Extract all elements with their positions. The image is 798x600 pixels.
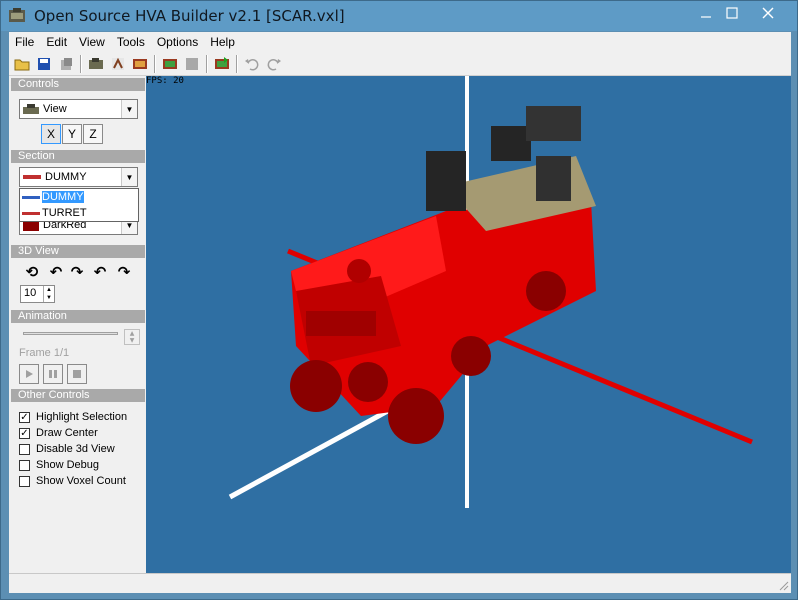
pause-icon xyxy=(49,370,57,378)
stop-icon xyxy=(73,370,81,378)
toolbar xyxy=(9,52,791,76)
rotate-both-icon[interactable]: ⟲ xyxy=(23,263,41,281)
export-icon xyxy=(215,56,229,69)
side-panel: Controls View ▼ X Y Z Section DUMMY ▼ Da… xyxy=(9,76,146,573)
axis-x-button[interactable]: X xyxy=(41,124,61,144)
window-title: Open Source HVA Builder v2.1 [SCAR.vxl] xyxy=(34,7,345,25)
view3d-header: 3D View xyxy=(11,245,145,258)
tank-icon xyxy=(23,104,39,114)
checkbox-checked-icon: ✓ xyxy=(19,427,30,439)
disabled-icon xyxy=(186,57,198,70)
status-bar xyxy=(9,573,791,593)
section-combo[interactable]: DUMMY ▼ xyxy=(19,167,138,187)
checkbox-unchecked-icon xyxy=(19,475,30,487)
section-header: Section xyxy=(11,150,145,163)
voxel-button[interactable] xyxy=(85,54,107,74)
rotate-right-icon[interactable]: ↷ xyxy=(68,263,86,281)
dropdown-option-turret[interactable]: TURRET xyxy=(20,205,138,221)
redo-icon xyxy=(267,58,281,70)
pause-button[interactable] xyxy=(43,364,63,384)
spinner-value: 10 xyxy=(24,287,37,299)
toolbar-separator xyxy=(206,54,208,73)
playback-controls xyxy=(19,364,94,384)
show-voxel-count-checkbox[interactable]: Show Voxel Count xyxy=(19,473,126,489)
checkbox-unchecked-icon xyxy=(19,459,30,471)
export-button[interactable] xyxy=(211,54,233,74)
section-color-icon xyxy=(23,175,41,179)
rotate-down-icon[interactable]: ↷ xyxy=(115,263,133,281)
redo-button[interactable] xyxy=(263,54,285,74)
disabled-button[interactable] xyxy=(181,54,203,74)
save-icon xyxy=(38,57,50,70)
title-bar[interactable]: Open Source HVA Builder v2.1 [SCAR.vxl] xyxy=(1,1,797,31)
hva-button[interactable] xyxy=(107,54,129,74)
menu-tools[interactable]: Tools xyxy=(111,35,151,49)
open-button[interactable] xyxy=(11,54,33,74)
view-combo[interactable]: View ▼ xyxy=(19,99,138,119)
frame-slider[interactable] xyxy=(23,332,118,335)
toolbar-separator xyxy=(236,54,238,73)
section-dropdown-list: DUMMY TURRET xyxy=(19,188,139,222)
menu-view[interactable]: View xyxy=(73,35,111,49)
undo-button[interactable] xyxy=(241,54,263,74)
chevron-down-icon[interactable]: ▼ xyxy=(121,100,137,118)
menu-edit[interactable]: Edit xyxy=(40,35,73,49)
axis-y-button[interactable]: Y xyxy=(62,124,82,144)
camera-button[interactable] xyxy=(129,54,151,74)
chevron-down-icon[interactable]: ▼ xyxy=(121,168,137,186)
highlight-selection-checkbox[interactable]: ✓ Highlight Selection xyxy=(19,409,127,425)
draw-center-checkbox[interactable]: ✓ Draw Center xyxy=(19,425,98,441)
app-icon xyxy=(9,8,25,22)
maximize-button[interactable] xyxy=(715,1,749,25)
section-combo-value: DUMMY xyxy=(45,171,87,183)
frame-label: Frame 1/1 xyxy=(19,347,70,359)
save-as-button[interactable] xyxy=(55,54,77,74)
play-button[interactable] xyxy=(19,364,39,384)
show-debug-checkbox[interactable]: Show Debug xyxy=(19,457,99,473)
maximize-icon xyxy=(726,7,738,19)
animation-header: Animation xyxy=(11,310,145,323)
menu-file[interactable]: File xyxy=(9,35,40,49)
voxel-icon xyxy=(89,57,103,69)
dummy-section-icon xyxy=(22,196,40,199)
close-icon xyxy=(762,7,774,19)
checkbox-checked-icon: ✓ xyxy=(19,411,30,423)
save-as-icon xyxy=(61,57,72,70)
spinner-arrows[interactable]: ▲ ▼ xyxy=(43,286,54,302)
menu-help[interactable]: Help xyxy=(204,35,241,49)
menu-options[interactable]: Options xyxy=(151,35,204,49)
axis-z-button[interactable]: Z xyxy=(83,124,103,144)
rotation-step-spinner[interactable]: 10 ▲ ▼ xyxy=(20,285,55,303)
frame-spinner[interactable]: ▲ ▼ xyxy=(124,329,140,345)
checkbox-unchecked-icon xyxy=(19,443,30,455)
toolbar-separator xyxy=(154,54,156,73)
rotate-up-icon[interactable]: ↶ xyxy=(91,263,109,281)
voxel-vehicle xyxy=(290,106,596,444)
stop-button[interactable] xyxy=(67,364,87,384)
3d-viewport[interactable]: FPS: 20 xyxy=(146,76,791,573)
render-button[interactable] xyxy=(159,54,181,74)
close-button[interactable] xyxy=(751,1,785,25)
render-icon xyxy=(163,58,177,69)
save-button[interactable] xyxy=(33,54,55,74)
hva-icon xyxy=(112,57,124,70)
camera-icon xyxy=(133,58,147,69)
menu-bar: File Edit View Tools Options Help xyxy=(9,32,791,52)
play-icon xyxy=(26,370,33,378)
scene-render xyxy=(228,76,753,508)
rotate-left-icon[interactable]: ↶ xyxy=(47,263,65,281)
controls-header: Controls xyxy=(11,78,145,91)
z-axis-line xyxy=(228,398,408,500)
view-combo-value: View xyxy=(43,103,67,115)
open-icon xyxy=(14,59,30,70)
turret-section-icon xyxy=(22,212,40,215)
dropdown-option-dummy[interactable]: DUMMY xyxy=(20,189,138,205)
undo-icon xyxy=(245,58,259,70)
toolbar-separator xyxy=(80,54,82,73)
other-controls-header: Other Controls xyxy=(11,389,145,402)
minimize-icon xyxy=(701,16,711,18)
app-window: Open Source HVA Builder v2.1 [SCAR.vxl] … xyxy=(0,0,798,600)
resize-grip-icon[interactable] xyxy=(777,579,789,591)
disable-3d-view-checkbox[interactable]: Disable 3d View xyxy=(19,441,115,457)
